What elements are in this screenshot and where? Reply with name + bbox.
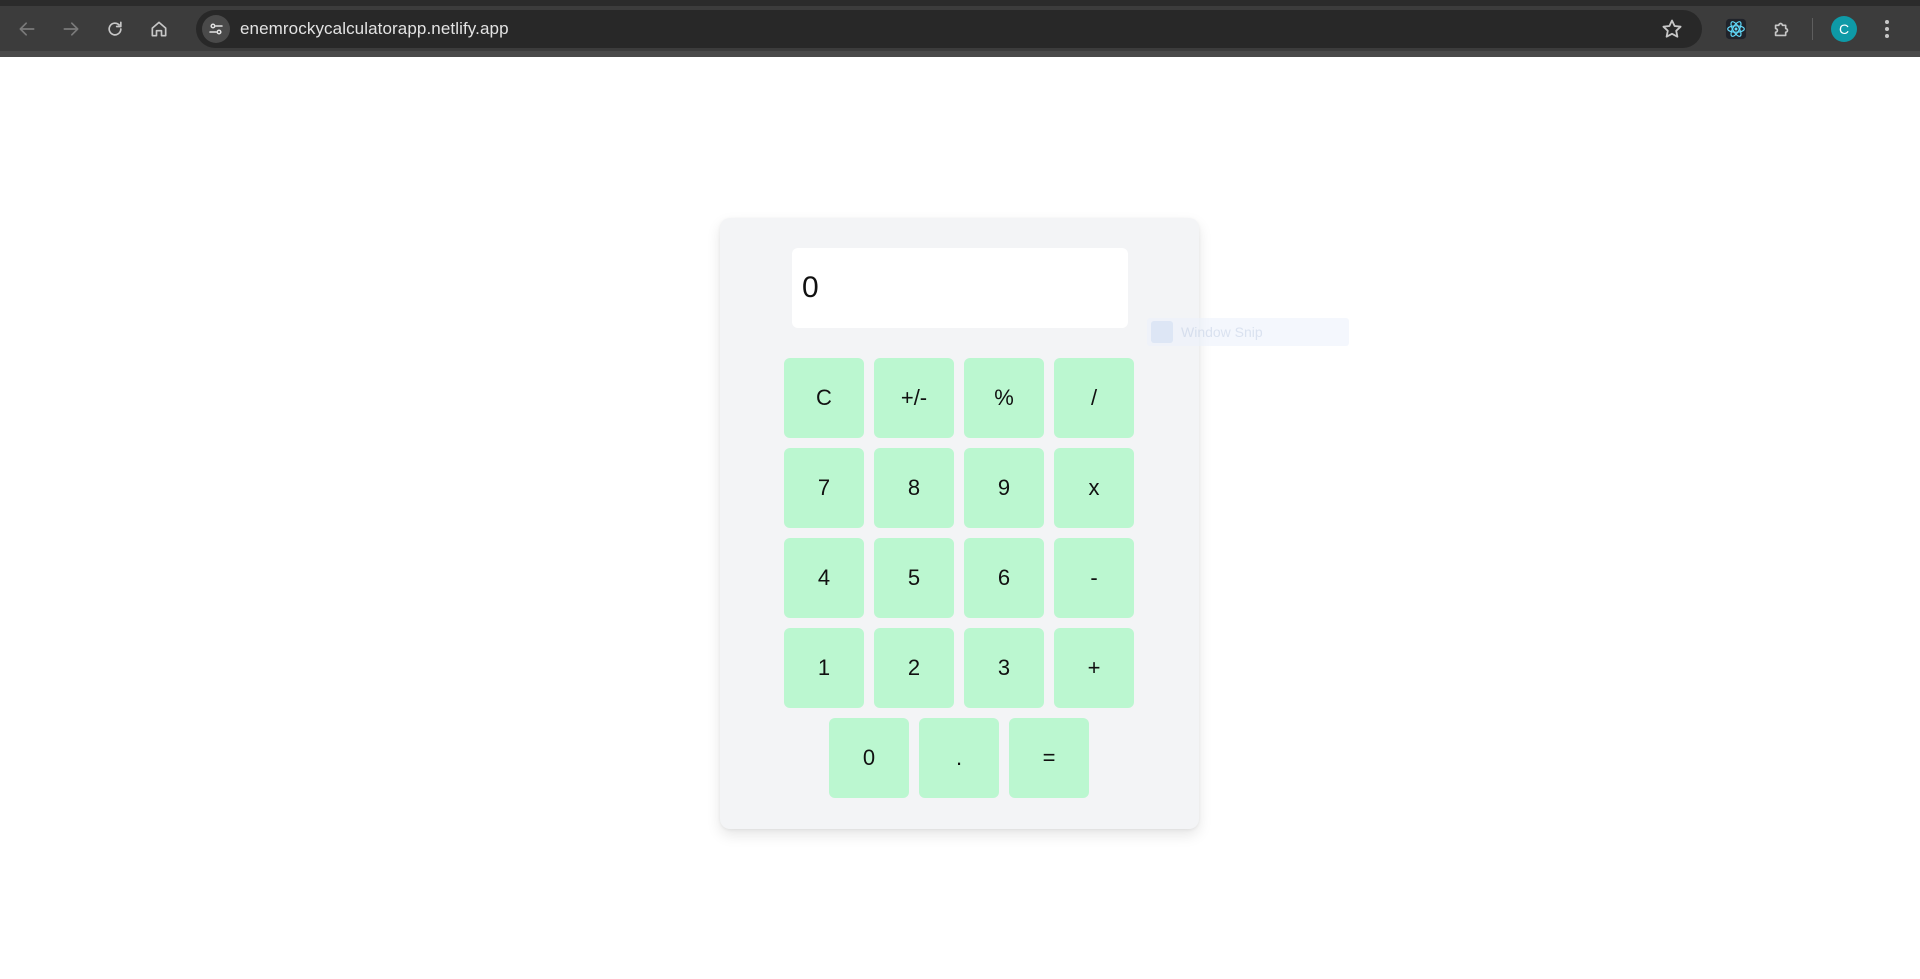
- digit-8-button[interactable]: 8: [874, 448, 954, 528]
- url-text[interactable]: enemrockycalculatorapp.netlify.app: [240, 19, 509, 39]
- toolbar-actions: C: [1718, 6, 1899, 51]
- add-button[interactable]: +: [1054, 628, 1134, 708]
- digit-7-button[interactable]: 7: [784, 448, 864, 528]
- forward-button[interactable]: [53, 11, 89, 47]
- forward-arrow-icon: [63, 21, 79, 36]
- three-dots-vertical-icon: [1885, 19, 1889, 38]
- clear-button[interactable]: C: [784, 358, 864, 438]
- browser-toolbar: enemrockycalculatorapp.netlify.app C: [0, 6, 1920, 51]
- site-info-button[interactable]: [202, 15, 230, 43]
- percent-button[interactable]: %: [964, 358, 1044, 438]
- window-snip-overlay: Window Snip: [1147, 318, 1349, 346]
- star-icon[interactable]: [1660, 17, 1684, 41]
- sign-toggle-button[interactable]: +/-: [874, 358, 954, 438]
- calculator-panel: 0 C +/-%/ 7 8 9 x 4 5 6- 1 2 3 +0. =: [720, 218, 1199, 829]
- digit-5-button[interactable]: 5: [874, 538, 954, 618]
- toolbar-divider: [0, 51, 1920, 57]
- decimal-button[interactable]: .: [919, 718, 999, 798]
- digit-3-button[interactable]: 3: [964, 628, 1044, 708]
- react-devtools-button[interactable]: [1718, 11, 1754, 47]
- back-arrow-icon: [19, 21, 35, 36]
- react-atom-icon: [1725, 18, 1747, 39]
- address-bar[interactable]: enemrockycalculatorapp.netlify.app: [196, 10, 1702, 48]
- back-button[interactable]: [9, 11, 45, 47]
- extensions-button[interactable]: [1764, 11, 1800, 47]
- digit-4-button[interactable]: 4: [784, 538, 864, 618]
- subtract-button[interactable]: -: [1054, 538, 1134, 618]
- snip-icon: [1151, 321, 1173, 343]
- browser-chrome: enemrockycalculatorapp.netlify.app C: [0, 0, 1920, 57]
- digit-2-button[interactable]: 2: [874, 628, 954, 708]
- profile-avatar[interactable]: C: [1831, 15, 1857, 42]
- window-snip-label: Window Snip: [1181, 324, 1263, 340]
- digit-9-button[interactable]: 9: [964, 448, 1044, 528]
- digit-0-button[interactable]: 0: [829, 718, 909, 798]
- home-button[interactable]: [141, 11, 177, 47]
- puzzle-piece-icon: [1774, 22, 1789, 36]
- home-icon: [151, 21, 167, 37]
- browser-menu-button[interactable]: [1875, 11, 1899, 47]
- calculator-display: 0: [792, 248, 1128, 328]
- divide-button[interactable]: /: [1054, 358, 1134, 438]
- reload-button[interactable]: [97, 11, 133, 47]
- toolbar-separator: [1812, 17, 1813, 40]
- multiply-button[interactable]: x: [1054, 448, 1134, 528]
- tune-icon: [209, 23, 223, 35]
- digit-6-button[interactable]: 6: [964, 538, 1044, 618]
- equals-button[interactable]: =: [1009, 718, 1089, 798]
- reload-icon: [108, 21, 122, 36]
- digit-1-button[interactable]: 1: [784, 628, 864, 708]
